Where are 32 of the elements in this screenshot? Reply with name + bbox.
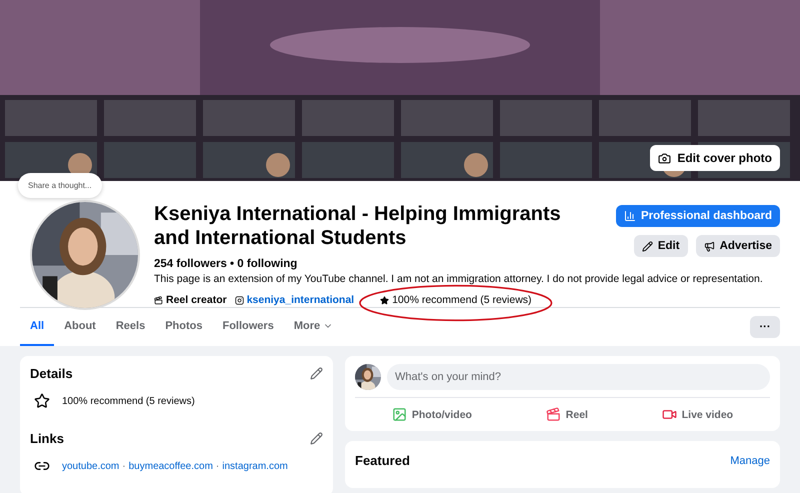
rating-text: 100% recommend (5 reviews)	[392, 294, 532, 306]
tab[interactable]: Photos	[155, 308, 212, 346]
category-label: Reel creator	[154, 294, 227, 306]
link-separator: ·	[216, 460, 220, 472]
tab[interactable]: About	[54, 308, 106, 346]
manage-link[interactable]: Manage	[730, 454, 770, 466]
tab[interactable]: Reels	[106, 308, 156, 346]
website-link[interactable]: buymeacoffee.com	[128, 460, 213, 472]
section-title: Featured	[355, 453, 410, 468]
post-input-field[interactable]: What's on your mind?	[387, 364, 770, 390]
website-link[interactable]: instagram.com	[222, 460, 288, 472]
tab[interactable]: More	[284, 308, 344, 346]
follower-stats: 254 followers • 0 following	[154, 258, 298, 270]
photo-button[interactable]: Photo/video	[386, 406, 478, 423]
tab[interactable]: All	[20, 308, 54, 346]
rating-text: 100% recommend (5 reviews)	[62, 396, 195, 406]
advertise-button[interactable]: Advertise	[696, 235, 780, 257]
instagram-link[interactable]: kseniya_international	[246, 294, 354, 306]
live-button[interactable]: Live video	[656, 406, 740, 423]
section-title: Links	[30, 431, 64, 446]
more-options-button[interactable]: ···	[750, 316, 780, 338]
link-separator: ·	[122, 460, 126, 472]
section-title: Details	[30, 366, 73, 381]
tab[interactable]: Followers	[212, 308, 284, 346]
website-link[interactable]: youtube.com	[62, 460, 120, 472]
edit-cover-photo-button[interactable]: Edit cover photo	[650, 145, 780, 171]
professional-dashboard-button[interactable]: Professional dashboard	[616, 205, 780, 227]
page-name: Kseniya International - Helping Immigrants and International Students	[154, 202, 562, 250]
reel-button[interactable]: Reel	[540, 406, 594, 423]
page-bio: This page is an extension of my YouTube channel. I am not an immigration attorney. I do not provide legal advice or representation.	[154, 273, 764, 285]
thought-bubble[interactable]: Share a thought...	[18, 173, 102, 198]
edit-button[interactable]: Edit	[634, 235, 688, 257]
